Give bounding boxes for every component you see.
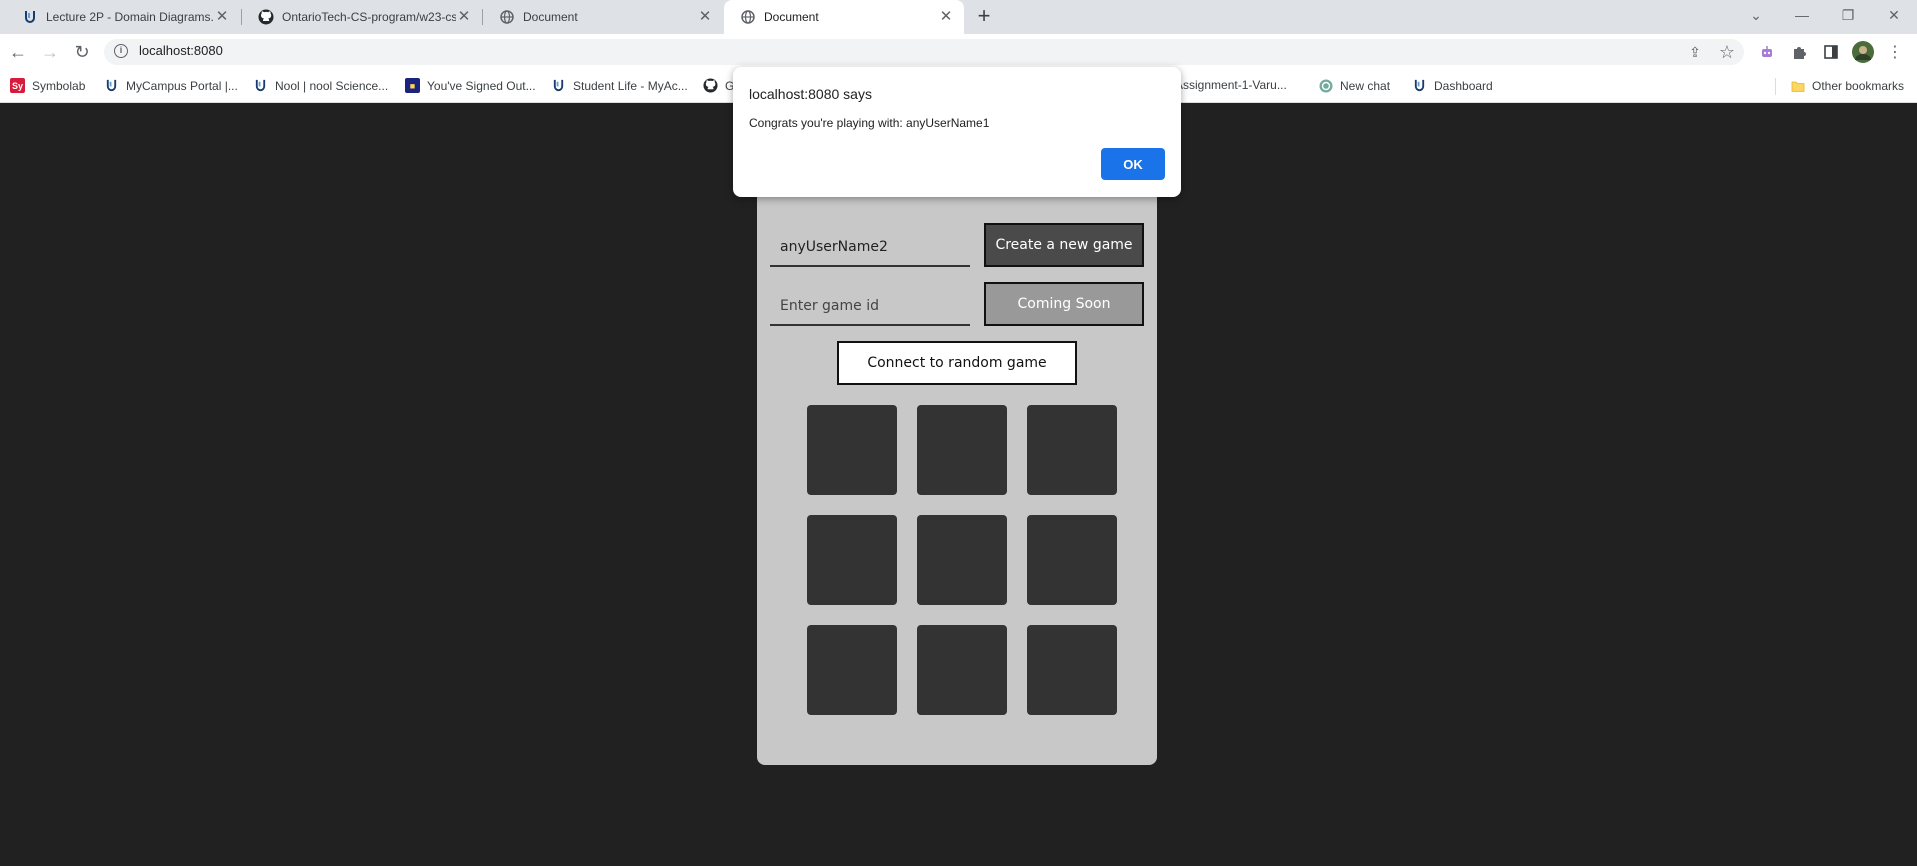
board-cell[interactable] [1027, 405, 1117, 495]
alert-dialog: localhost:8080 says Congrats you're play… [733, 67, 1181, 197]
create-game-button[interactable]: Create a new game [984, 223, 1144, 267]
tab-search-chevron-icon[interactable]: ⌄ [1733, 0, 1779, 30]
avatar[interactable] [1851, 40, 1875, 64]
globe-icon [740, 9, 756, 25]
bookmark-assignment[interactable]: Assignment-1-Varu... [1175, 78, 1287, 92]
folder-icon [1790, 78, 1805, 93]
page-content: Create a new game Coming Soon Connect to… [0, 103, 1917, 866]
board-cell[interactable] [807, 625, 897, 715]
address-url[interactable]: localhost:8080 [139, 43, 223, 58]
other-bookmarks-folder[interactable]: Other bookmarks [1790, 78, 1904, 93]
bookmark-label: New chat [1340, 78, 1391, 93]
side-panel-icon[interactable] [1819, 40, 1843, 64]
globe-icon [499, 9, 515, 25]
kebab-menu-icon[interactable]: ⋮ [1883, 40, 1907, 64]
close-icon[interactable]: ✕ [938, 9, 954, 25]
board-cell[interactable] [1027, 625, 1117, 715]
forward-arrow-icon[interactable]: → [38, 40, 62, 64]
board-cell[interactable] [807, 405, 897, 495]
coming-soon-button[interactable]: Coming Soon [984, 282, 1144, 326]
bookmark-label: Student Life - MyAc... [573, 78, 688, 93]
board-cell[interactable] [1027, 515, 1117, 605]
tab-strip: Lecture 2P - Domain Diagrams.pp ✕ Ontari… [0, 0, 1917, 34]
dialog-message: Congrats you're playing with: anyUserNam… [749, 116, 990, 130]
back-arrow-icon[interactable]: ← [6, 40, 30, 64]
ontariotech-icon [104, 78, 119, 93]
tab-document-1[interactable]: Document ✕ [483, 0, 723, 34]
bookmark-icon: ■ [405, 78, 420, 93]
close-icon[interactable]: ✕ [456, 9, 472, 25]
bookmark-label: MyCampus Portal |... [126, 78, 238, 93]
tab-title: Lecture 2P - Domain Diagrams.pp [46, 10, 214, 24]
tab-github[interactable]: OntarioTech-CS-program/w23-cs ✕ [242, 0, 482, 34]
ontariotech-icon [22, 9, 38, 25]
tab-lecture[interactable]: Lecture 2P - Domain Diagrams.pp ✕ [6, 0, 240, 34]
star-icon[interactable]: ☆ [1715, 40, 1739, 64]
game-id-input[interactable] [770, 288, 970, 326]
puzzle-extensions-icon[interactable] [1787, 40, 1811, 64]
tab-title: Document [523, 10, 578, 24]
close-icon[interactable]: ✕ [697, 9, 713, 25]
board-cell[interactable] [917, 405, 1007, 495]
address-bar[interactable]: i localhost:8080 [104, 39, 1744, 65]
bookmark-signed-out[interactable]: ■ You've Signed Out... [405, 78, 536, 93]
ok-button[interactable]: OK [1101, 148, 1165, 180]
info-icon[interactable]: i [114, 44, 128, 58]
bookmark-label: Other bookmarks [1812, 78, 1905, 93]
ontariotech-icon [551, 78, 566, 93]
bookmark-label: Dashboard [1434, 78, 1493, 93]
tab-document-active[interactable]: Document ✕ [724, 0, 964, 34]
restore-button[interactable]: ❐ [1825, 0, 1871, 30]
bookmark-nool[interactable]: Nool | nool Science... [253, 78, 388, 93]
bookmark-label: You've Signed Out... [427, 78, 536, 93]
bookmark-label: Symbolab [32, 78, 86, 93]
dialog-title: localhost:8080 says [749, 86, 872, 102]
share-icon[interactable]: ⇪ [1683, 40, 1707, 64]
close-icon[interactable]: ✕ [214, 9, 230, 25]
reload-icon[interactable]: ↻ [70, 40, 94, 64]
minimize-button[interactable]: — [1779, 0, 1825, 30]
bookmark-mycampus[interactable]: MyCampus Portal |... [104, 78, 238, 93]
tab-title: OntarioTech-CS-program/w23-cs [282, 10, 456, 24]
bookmark-label: Nool | nool Science... [275, 78, 389, 93]
symbolab-icon: Sy [10, 78, 25, 93]
bookmark-dashboard[interactable]: Dashboard [1412, 78, 1493, 93]
bookmark-student-life[interactable]: Student Life - MyAc... [551, 78, 688, 93]
bookmark-github[interactable]: G [703, 78, 734, 93]
github-icon [703, 78, 718, 93]
board-cell[interactable] [917, 625, 1007, 715]
board-cell[interactable] [917, 515, 1007, 605]
close-window-button[interactable]: ✕ [1871, 0, 1917, 30]
github-icon [258, 9, 274, 25]
browser-toolbar: ← → ↻ i localhost:8080 ⇪ ☆ ⋮ [0, 34, 1917, 70]
bookmark-new-chat[interactable]: New chat [1318, 78, 1390, 93]
extension-robot-icon[interactable] [1755, 40, 1779, 64]
game-panel: Create a new game Coming Soon Connect to… [757, 193, 1157, 765]
new-tab-button[interactable]: + [972, 5, 996, 29]
ontariotech-icon [1412, 78, 1427, 93]
ontariotech-icon [253, 78, 268, 93]
username-input[interactable] [770, 229, 970, 267]
bookmark-label: Assignment-1-Varu... [1175, 78, 1287, 92]
openai-icon [1318, 78, 1333, 93]
connect-random-game-button[interactable]: Connect to random game [837, 341, 1077, 385]
board-cell[interactable] [807, 515, 897, 605]
bookmark-symbolab[interactable]: Sy Symbolab [10, 78, 85, 93]
tab-title: Document [764, 10, 819, 24]
